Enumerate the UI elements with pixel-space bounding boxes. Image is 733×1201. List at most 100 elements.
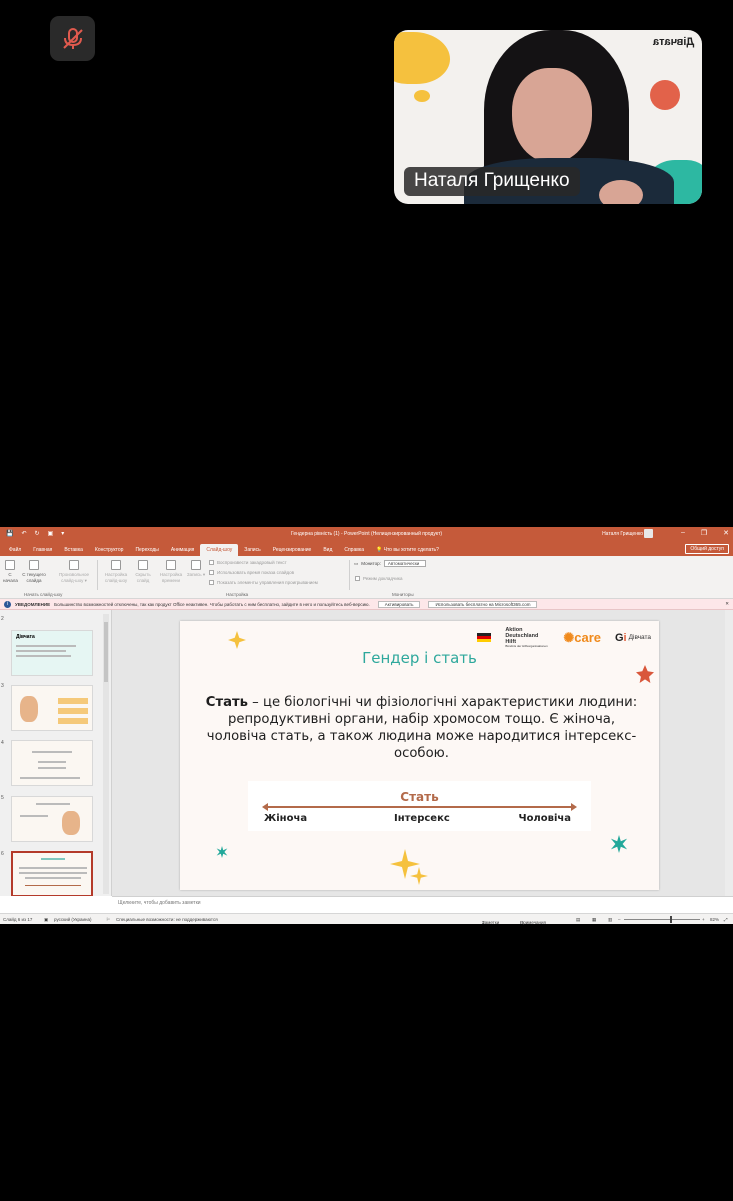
maximize-button[interactable]: ❐ xyxy=(701,529,707,537)
slide-thumbnail-3[interactable] xyxy=(11,685,93,731)
notice-text: Большинство возможностей отключены, так … xyxy=(54,601,370,607)
user-avatar[interactable] xyxy=(644,529,653,538)
tell-me-search[interactable]: 💡 Что вы хотите сделать? xyxy=(370,547,445,556)
scrollbar-thumb[interactable] xyxy=(104,622,108,682)
slide-thumbnail-4[interactable] xyxy=(11,740,93,786)
activate-button[interactable]: Активировать xyxy=(377,600,421,608)
monitor-dropdown[interactable]: Автоматически xyxy=(383,560,426,567)
zoom-out-icon[interactable]: – xyxy=(618,917,621,922)
participant-face xyxy=(512,68,592,163)
from-start-button[interactable]: С начала xyxy=(3,560,18,584)
tab-transitions[interactable]: Переходы xyxy=(129,547,164,556)
reading-view-icon[interactable]: ▥ xyxy=(608,917,612,923)
divchata-mark: Gi xyxy=(614,631,627,644)
shared-screen-powerpoint: 💾 ↶ ↻ ▣ ▾ Гендерна рівність (1) - PowerP… xyxy=(0,527,733,925)
group-setup: Настройка xyxy=(226,592,249,597)
normal-view-icon[interactable]: ▤ xyxy=(576,917,580,923)
hide-slide-icon xyxy=(138,560,148,570)
participant-video-tile[interactable]: Дівчата Наталя Грищенко xyxy=(394,30,702,204)
zoom-slider[interactable] xyxy=(624,919,700,920)
tab-insert[interactable]: Вставка xyxy=(58,547,89,556)
thumbnails-scrollbar[interactable] xyxy=(103,614,109,894)
ribbon-separator xyxy=(349,560,350,590)
tab-design[interactable]: Конструктор xyxy=(89,547,130,556)
thumb-text-line xyxy=(20,815,48,817)
fit-slide-icon[interactable]: ⤢ xyxy=(724,917,728,922)
slide-body-term: Стать xyxy=(205,695,248,710)
zoom-slider-thumb[interactable] xyxy=(670,916,672,923)
decor-blob xyxy=(394,32,450,84)
accessibility-status[interactable]: Специальные возможности: не поддерживают… xyxy=(116,917,218,922)
participant-hand xyxy=(599,180,643,204)
slide-sorter-icon[interactable]: ▦ xyxy=(592,917,596,923)
tab-home[interactable]: Главная xyxy=(27,547,58,556)
narrations-label: Воспроизвести закадровый текст xyxy=(217,560,287,565)
thumb-text-line xyxy=(19,872,87,874)
user-name[interactable]: Наталя Грищенко xyxy=(602,531,643,537)
language-indicator[interactable]: русский (Украина) xyxy=(54,917,92,922)
checkbox-presenter-view[interactable]: Режим докладчика xyxy=(355,576,402,581)
monitor-selector[interactable]: ▭ Монитор: Автоматически xyxy=(354,560,426,567)
custom-show-icon xyxy=(69,560,79,570)
thumb-box xyxy=(58,698,88,704)
slide-scrollbar[interactable] xyxy=(725,610,733,896)
minimize-button[interactable]: – xyxy=(681,529,685,537)
tab-file[interactable]: Файл xyxy=(3,547,27,556)
group-start-slideshow: Начать слайд-шоу xyxy=(24,592,63,597)
notes-pane[interactable]: Щелкните, чтобы добавить заметки xyxy=(112,896,733,908)
close-notice-icon[interactable]: ✕ xyxy=(725,601,729,607)
setup-label: Настройка слайд-шоу xyxy=(104,572,128,583)
comments-toggle-label: Примечания xyxy=(520,920,546,925)
slide-thumbnail-6[interactable] xyxy=(11,851,93,896)
ribbon: С начала С текущего слайда Произвольное … xyxy=(0,556,733,599)
checkbox-narrations[interactable]: Воспроизвести закадровый текст xyxy=(209,560,287,565)
spectrum-label: Стать xyxy=(400,790,439,804)
pole-female: Жіноча xyxy=(264,813,308,824)
slide-thumbnail-2[interactable]: Дівчата xyxy=(11,630,93,676)
accessibility-icon: ⚐ xyxy=(106,917,111,922)
window-controls: – ❐ ✕ xyxy=(681,529,729,537)
thumb-text-line xyxy=(36,803,70,805)
tab-review[interactable]: Рецензирование xyxy=(267,547,318,556)
from-current-button[interactable]: С текущего слайда xyxy=(20,560,48,584)
slide-title: Гендер і стать xyxy=(362,649,477,667)
pole-male: Чоловіча xyxy=(518,813,571,824)
pole-intersex: Інтерсекс xyxy=(394,813,450,824)
thumb-text-line xyxy=(16,655,71,657)
thumb-text-line xyxy=(16,650,66,652)
close-button[interactable]: ✕ xyxy=(723,529,729,537)
tab-help[interactable]: Справка xyxy=(338,547,370,556)
setup-slideshow-button[interactable]: Настройка слайд-шоу xyxy=(101,560,131,584)
spellcheck-icon[interactable]: ▣ xyxy=(44,917,48,923)
custom-show-button[interactable]: Произвольное слайд-шоу ▾ xyxy=(54,560,94,584)
tab-record[interactable]: Запись xyxy=(238,547,266,556)
record-button[interactable]: Запись ▾ xyxy=(186,560,206,578)
checkbox-media-controls[interactable]: Показать элементы управления проигрывани… xyxy=(209,580,318,585)
rehearse-label: Настройка времени xyxy=(159,572,183,583)
mic-mute-button[interactable] xyxy=(50,16,95,61)
tab-animations[interactable]: Анимация xyxy=(165,547,200,556)
thumb-text-line xyxy=(38,767,66,769)
tab-slideshow[interactable]: Слайд-шоу xyxy=(200,544,239,556)
logo-care-text: care xyxy=(574,629,601,645)
thumb-logo: Дівчата xyxy=(16,634,35,640)
use-free-button[interactable]: Использовать бесплатно на Microsoft365.c… xyxy=(428,600,538,608)
timings-label: Использовать время показа слайдов xyxy=(217,570,295,575)
red-star-icon xyxy=(636,665,654,683)
checkbox-timings[interactable]: Использовать время показа слайдов xyxy=(209,570,294,575)
from-start-label: С начала xyxy=(3,572,18,583)
slide-thumbnail-5[interactable] xyxy=(11,796,93,842)
share-button[interactable]: Общий доступ xyxy=(685,544,729,554)
current-slide[interactable]: Aktion Deutschland Hilft Bündnis der Hil… xyxy=(180,621,659,890)
thumb-number: 4 xyxy=(1,740,4,746)
monitor-icon: ▭ xyxy=(354,560,359,566)
german-flag-icon xyxy=(477,633,492,643)
custom-show-label: Произвольное слайд-шоу ▾ xyxy=(58,572,90,583)
zoom-in-icon[interactable]: + xyxy=(702,917,705,922)
hide-slide-button[interactable]: Скрыть слайд xyxy=(132,560,154,584)
status-bar: Слайд 6 из 17 ▣ русский (Украина) ⚐ Спец… xyxy=(0,913,733,925)
rehearse-timings-button[interactable]: Настройка времени xyxy=(157,560,185,584)
tab-view[interactable]: Вид xyxy=(317,547,338,556)
zoom-level[interactable]: 82% xyxy=(710,917,719,922)
slide-counter: Слайд 6 из 17 xyxy=(3,917,33,922)
